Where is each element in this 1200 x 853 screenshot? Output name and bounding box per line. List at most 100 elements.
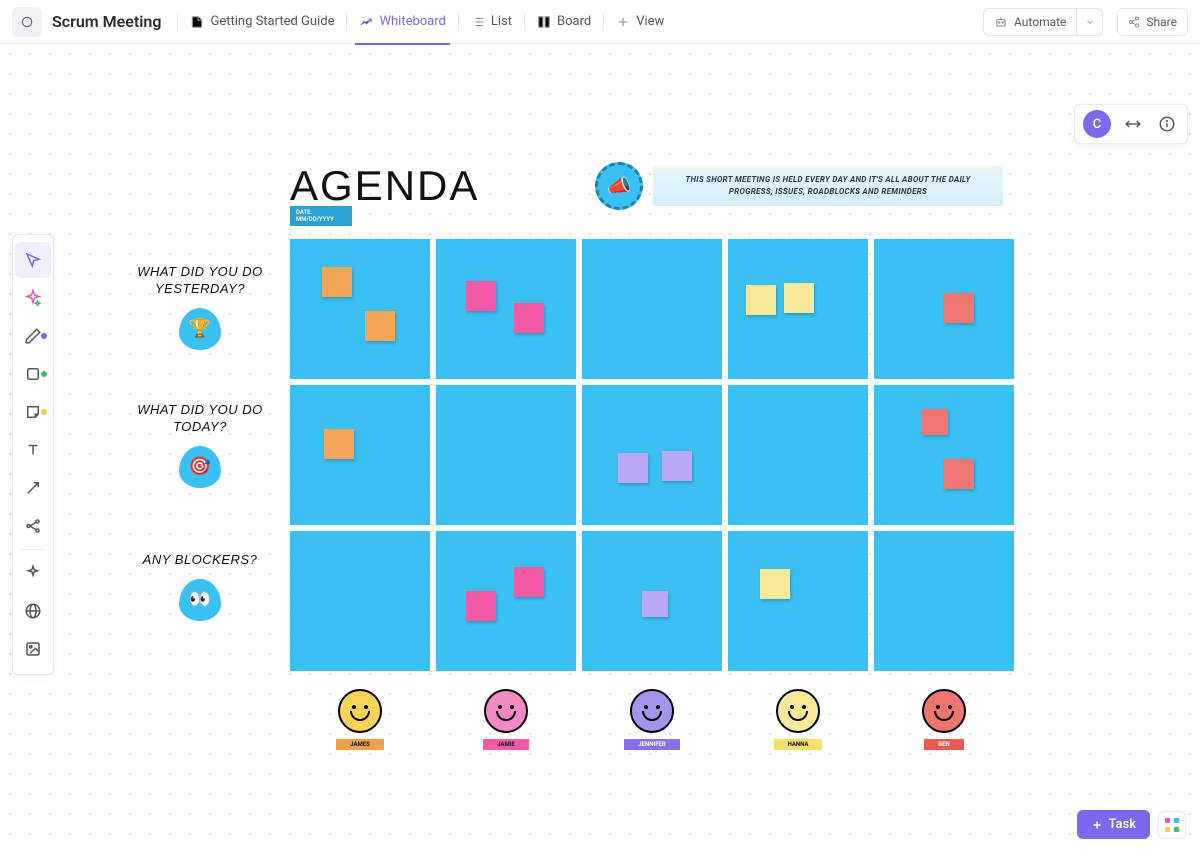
sticky-note[interactable] (944, 293, 974, 323)
cell[interactable] (874, 239, 1014, 379)
sticky-note[interactable] (944, 459, 974, 489)
tab-whiteboard[interactable]: Whiteboard (347, 0, 457, 44)
person-ben: BEN (874, 689, 1014, 750)
tab-add-view[interactable]: View (604, 0, 676, 44)
new-task-button[interactable]: Task (1077, 810, 1150, 839)
row-label-blockers: Any blockers? 👀 (120, 552, 280, 621)
person-jamie: JAMIE (436, 689, 576, 750)
tab-guide[interactable]: Getting Started Guide (178, 0, 346, 44)
cell[interactable] (290, 531, 430, 671)
info-button[interactable] (1155, 112, 1179, 136)
tool-select[interactable] (15, 242, 51, 278)
tool-pen[interactable] (15, 318, 51, 354)
sticky-note[interactable] (760, 569, 790, 599)
target-icon: 🎯 (179, 446, 221, 488)
cell[interactable] (874, 385, 1014, 525)
cell[interactable] (874, 531, 1014, 671)
tool-ai[interactable] (15, 280, 51, 316)
person-name: HANNA (774, 739, 823, 750)
face-icon (484, 689, 528, 733)
row-label-today: What did you do today? 🎯 (120, 402, 280, 488)
person-jennifer: JENNIFER (582, 689, 722, 750)
share-icon (1128, 16, 1140, 28)
list-settings-button[interactable] (12, 7, 42, 37)
cell[interactable] (582, 531, 722, 671)
apps-button[interactable] (1158, 811, 1186, 839)
tab-view-label: View (636, 14, 664, 29)
trophy-icon: 🏆 (179, 308, 221, 350)
tab-whiteboard-label: Whiteboard (379, 14, 445, 29)
sticky-note[interactable] (784, 283, 814, 313)
tab-board-label: Board (557, 14, 591, 29)
info-icon (1158, 115, 1176, 133)
fit-to-screen-button[interactable] (1121, 112, 1145, 136)
tool-web[interactable] (15, 593, 51, 629)
tab-list[interactable]: List (459, 0, 524, 44)
tool-connector[interactable] (15, 470, 51, 506)
date-tag: DATE: MM/DD/YYYY (290, 206, 352, 226)
scrum-grid (290, 239, 1014, 671)
people-row: JAMES JAMIE JENNIFER HANNA BEN (290, 689, 1014, 750)
drawing-toolbar (12, 234, 54, 675)
fit-icon (1124, 115, 1142, 133)
eyes-icon: 👀 (179, 579, 221, 621)
sticky-note[interactable] (642, 591, 668, 617)
agenda-desc-text: This short meeting is held every day and… (653, 166, 1003, 206)
automate-button[interactable]: Automate (983, 8, 1077, 36)
cell[interactable] (436, 239, 576, 379)
top-bar: Scrum Meeting Getting Started Guide Whit… (0, 0, 1200, 44)
share-label: Share (1146, 15, 1177, 29)
person-name: JAMIE (483, 739, 529, 750)
cell[interactable] (582, 239, 722, 379)
sticky-note[interactable] (365, 311, 395, 341)
tool-text[interactable] (15, 432, 51, 468)
agenda-description: 📣 This short meeting is held every day a… (595, 162, 1003, 210)
face-icon (338, 689, 382, 733)
sticky-note[interactable] (466, 591, 496, 621)
tool-relations[interactable] (15, 508, 51, 544)
tool-magic[interactable] (15, 555, 51, 591)
tool-image[interactable] (15, 631, 51, 667)
tool-shape[interactable] (15, 356, 51, 392)
cell[interactable] (290, 239, 430, 379)
sticky-note[interactable] (324, 429, 354, 459)
cell[interactable] (436, 385, 576, 525)
tab-guide-label: Getting Started Guide (210, 14, 334, 29)
cell[interactable] (728, 385, 868, 525)
cell[interactable] (728, 239, 868, 379)
user-avatar[interactable]: C (1083, 110, 1111, 138)
face-icon (922, 689, 966, 733)
agenda-heading: AGENDA (290, 162, 479, 210)
cell[interactable] (290, 385, 430, 525)
sticky-note[interactable] (322, 267, 352, 297)
page-title: Scrum Meeting (52, 12, 161, 31)
sticky-note[interactable] (662, 451, 692, 481)
person-name: JAMES (336, 739, 384, 750)
cell[interactable] (728, 531, 868, 671)
canvas-controls: C (1074, 104, 1188, 144)
sticky-note[interactable] (922, 409, 948, 435)
whiteboard-canvas[interactable]: C AGENDA DATE: MM/DD/YYYY 📣 This short m… (0, 44, 1200, 853)
automate-dropdown[interactable] (1077, 8, 1103, 36)
share-button[interactable]: Share (1117, 8, 1188, 36)
chevron-down-icon (1085, 17, 1095, 27)
sticky-note[interactable] (746, 285, 776, 315)
person-name: JENNIFER (624, 739, 679, 750)
tool-sticky[interactable] (15, 394, 51, 430)
cell[interactable] (582, 385, 722, 525)
row-label-yesterday: What did you do yesterday? 🏆 (120, 264, 280, 350)
megaphone-icon: 📣 (595, 162, 643, 210)
tab-board[interactable]: Board (525, 0, 603, 44)
sticky-note[interactable] (618, 453, 648, 483)
person-james: JAMES (290, 689, 430, 750)
sticky-note[interactable] (514, 567, 544, 597)
view-tabs: Getting Started Guide Whiteboard List Bo… (177, 0, 676, 44)
automate-label: Automate (1014, 15, 1066, 29)
robot-icon (994, 15, 1008, 29)
sticky-note[interactable] (514, 303, 544, 333)
person-hanna: HANNA (728, 689, 868, 750)
face-icon (630, 689, 674, 733)
task-label: Task (1108, 817, 1136, 832)
cell[interactable] (436, 531, 576, 671)
sticky-note[interactable] (466, 281, 496, 311)
